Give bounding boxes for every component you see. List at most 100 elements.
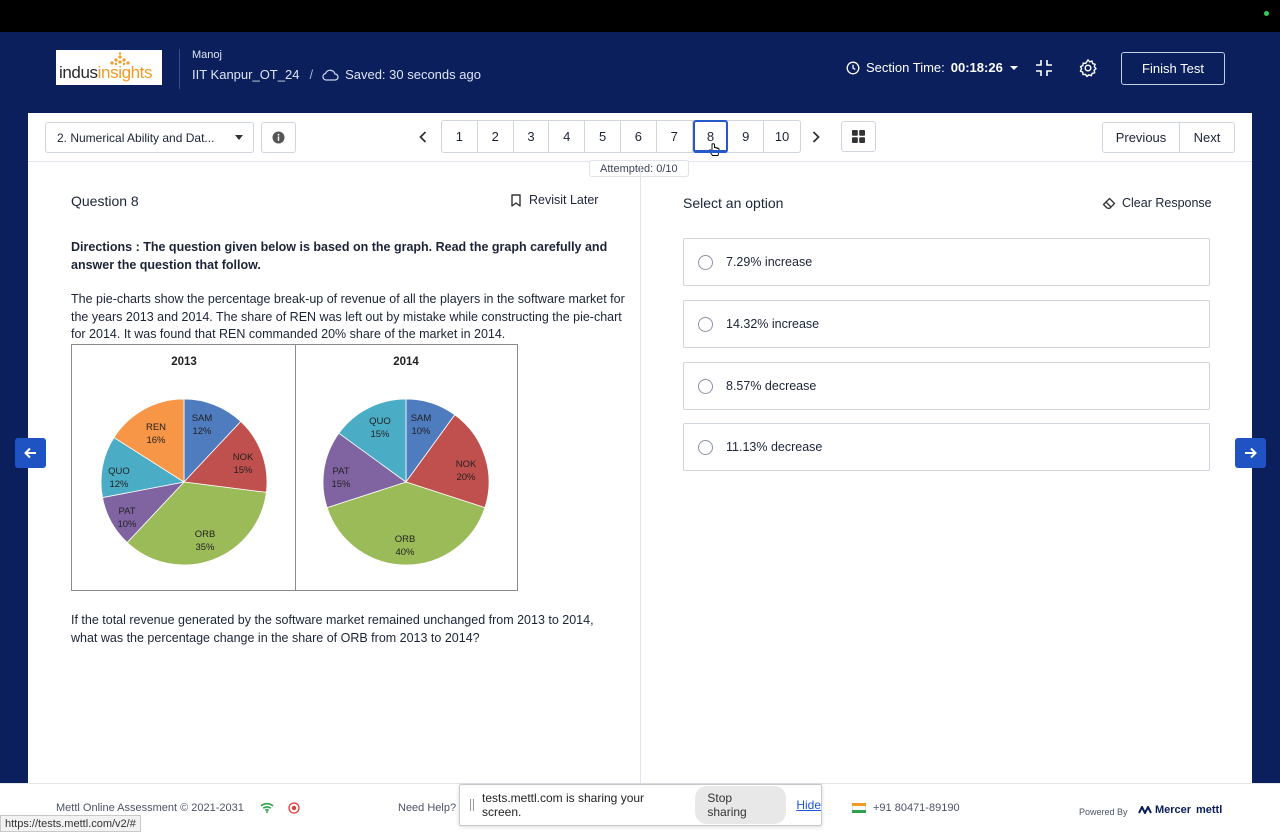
cloud-icon — [322, 69, 339, 81]
section-timer[interactable]: Section Time: 00:18:26 — [846, 60, 1019, 75]
pie-label-nok: NOK — [456, 459, 477, 470]
logo-dots-icon — [110, 52, 130, 66]
pie-label-pat: PAT — [118, 506, 135, 517]
saved-status: Saved: 30 seconds ago — [345, 67, 481, 82]
pie-value-ren: 16% — [146, 435, 166, 446]
revisit-later-button[interactable]: Revisit Later — [511, 193, 598, 207]
option-3[interactable]: 8.57% decrease — [683, 362, 1210, 410]
question-grid-button[interactable] — [841, 121, 876, 152]
screen-share-bar: tests.mettl.com is sharing your screen. … — [459, 784, 822, 826]
section-select-value: 2. Numerical Ability and Dat... — [57, 130, 215, 145]
section-time-label: Section Time: — [866, 60, 945, 75]
pie-title: 2014 — [393, 356, 419, 368]
chevron-down-icon — [235, 135, 243, 140]
chevron-left-icon — [419, 131, 427, 143]
pie-charts-figure: 2013 SAM 12% NOK 15% ORB 35% PAT 10% QUO 12% REN 16%… — [71, 344, 518, 591]
pie-value-nok: 15% — [233, 465, 253, 476]
question-number-4[interactable]: 4 — [549, 121, 586, 152]
radio-button[interactable] — [698, 254, 713, 270]
option-1[interactable]: 7.29% increase — [683, 238, 1210, 286]
next-question-button[interactable] — [1235, 438, 1266, 468]
clock-icon — [846, 61, 860, 74]
attempted-count: Attempted: 0/10 — [589, 160, 689, 177]
previous-question-button[interactable] — [15, 438, 46, 468]
question-number-5[interactable]: 5 — [585, 121, 621, 152]
clear-response-button[interactable]: Clear Response — [1102, 196, 1212, 210]
pie-label-quo: QUO — [369, 416, 391, 427]
app-header: indus insights Manoj IIT Kanpur_OT_24 / S… — [0, 32, 1280, 113]
radio-button[interactable] — [698, 378, 713, 394]
question-number-1[interactable]: 1 — [442, 121, 478, 152]
powered-by-label: Powered By — [1079, 807, 1128, 817]
pie-value-sam: 12% — [192, 426, 212, 437]
exit-fullscreen-icon[interactable] — [1034, 58, 1054, 78]
section-dropdown[interactable]: 2. Numerical Ability and Dat... — [45, 122, 254, 153]
previous-button[interactable]: Previous — [1103, 123, 1180, 152]
pie-value-quo: 15% — [370, 429, 390, 440]
pie-label-sam: SAM — [192, 413, 213, 424]
option-2[interactable]: 14.32% increase — [683, 300, 1210, 348]
option-label: 8.57% decrease — [726, 379, 817, 393]
logo-text-part1: indus — [59, 63, 98, 82]
test-info: Manoj IIT Kanpur_OT_24 / Saved: 30 secon… — [179, 49, 481, 89]
panel-divider — [640, 163, 641, 783]
finish-test-button[interactable]: Finish Test — [1121, 52, 1225, 85]
question-number-7[interactable]: 7 — [657, 121, 693, 152]
test-name: IIT Kanpur_OT_24 — [192, 67, 300, 82]
info-button[interactable] — [261, 122, 296, 153]
pie-label-nok: NOK — [233, 452, 254, 463]
record-icon — [288, 802, 300, 814]
question-navigation: 2. Numerical Ability and Dat... 12345678… — [28, 113, 1252, 162]
question-number-10[interactable]: 10 — [764, 121, 800, 152]
mercer-logo: Mercer — [1138, 804, 1191, 816]
question-number-3[interactable]: 3 — [514, 121, 550, 152]
pie-value-quo: 12% — [109, 479, 129, 490]
india-flag-icon — [852, 803, 866, 813]
pie-label-orb: ORB — [195, 529, 216, 540]
pie-chart-2014: 2014 SAM 10% NOK 20% ORB 40% PAT 15% QUO 15% — [322, 356, 490, 566]
pie-value-nok: 20% — [456, 472, 476, 483]
radio-button[interactable] — [698, 439, 713, 455]
drag-handle-icon[interactable] — [470, 799, 474, 811]
mercer-text: Mercer — [1155, 804, 1192, 816]
pie-label-quo: QUO — [108, 466, 130, 477]
prev-page-arrow[interactable] — [417, 128, 429, 146]
option-label: 11.13% decrease — [726, 440, 823, 454]
next-page-arrow[interactable] — [810, 128, 822, 146]
radio-button[interactable] — [698, 316, 713, 332]
main-content: 2. Numerical Ability and Dat... 12345678… — [28, 113, 1252, 783]
question-number-list: 1 2 3 4 5 6 7 8 9 10 — [441, 120, 801, 156]
prev-next-group: Previous Next — [1102, 122, 1235, 153]
mercer-mark-icon — [1138, 806, 1152, 814]
option-4[interactable]: 11.13% decrease — [683, 423, 1210, 471]
status-url-tooltip: https://tests.mettl.com/v2/# — [0, 815, 141, 832]
pie-value-sam: 10% — [411, 426, 431, 437]
gear-icon[interactable] — [1078, 58, 1098, 78]
question-number-9[interactable]: 9 — [728, 121, 765, 152]
pie-value-pat: 10% — [117, 519, 137, 530]
question-number-label: 8 — [706, 129, 715, 144]
pie-title: 2013 — [171, 356, 197, 368]
question-number-2[interactable]: 2 — [478, 121, 514, 152]
copyright-text: Mettl Online Assessment © 2021-2031 — [56, 802, 244, 814]
hide-link[interactable]: Hide — [796, 798, 821, 812]
pie-label-sam: SAM — [411, 413, 432, 424]
wifi-icon — [260, 802, 274, 813]
info-icon — [272, 131, 285, 144]
next-button[interactable]: Next — [1180, 123, 1234, 152]
revisit-later-label: Revisit Later — [529, 193, 599, 207]
stop-sharing-button[interactable]: Stop sharing — [695, 786, 787, 824]
question-number-6[interactable]: 6 — [621, 121, 657, 152]
select-option-title: Select an option — [683, 195, 784, 211]
pie-label-ren: REN — [146, 422, 166, 433]
share-message: tests.mettl.com is sharing your screen. — [481, 791, 645, 819]
question-directions: Directions : The question given below is… — [71, 240, 608, 272]
support-phone: +91 80471-89190 — [852, 802, 960, 814]
question-prompt: If the total revenue generated by the so… — [71, 613, 594, 645]
arrow-left-icon — [24, 447, 36, 459]
pie-value-pat: 15% — [331, 479, 351, 490]
question-number-8[interactable]: 8 — [692, 120, 729, 156]
arrow-right-icon — [1245, 447, 1257, 459]
need-help-link[interactable]: Need Help? — [398, 802, 456, 814]
pie-value-orb: 40% — [395, 547, 415, 558]
